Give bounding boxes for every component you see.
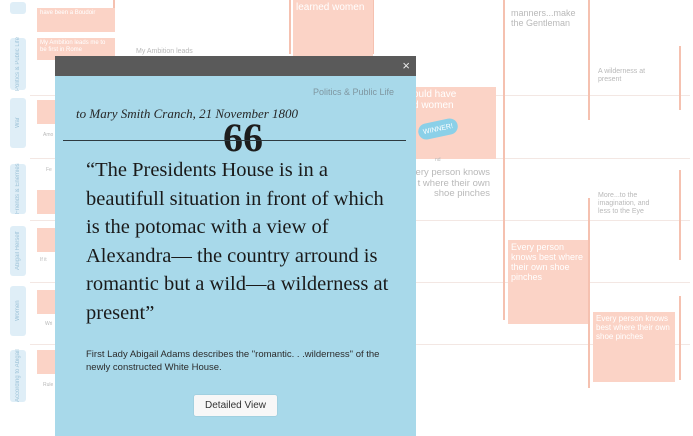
group-line (588, 0, 590, 120)
panel-header-bar: × (55, 56, 416, 76)
letter-citation: to Mary Smith Cranch, 21 November 1800 (76, 106, 299, 121)
side-label[interactable]: Abigail Herself (10, 226, 26, 276)
quote-card[interactable] (37, 350, 57, 374)
quote-card[interactable]: have been a Boudoir (37, 8, 115, 32)
quote-card[interactable] (37, 290, 57, 314)
group-line (289, 0, 291, 54)
side-label[interactable]: Politics & Public Life (10, 37, 26, 91)
quote-snippet[interactable]: More...to the imagination, and less to t… (598, 192, 649, 216)
quote-snippet[interactable]: Wri (45, 320, 52, 328)
quote-snippet[interactable]: manners...make the Gentleman (511, 8, 576, 28)
quote-snippet[interactable]: Rule (43, 381, 53, 389)
quote-card[interactable] (37, 228, 57, 252)
category-label: Politics & Public Life (312, 87, 394, 97)
quote-snippet[interactable]: My Ambition leads (136, 48, 193, 56)
group-line (588, 198, 590, 388)
side-label[interactable]: Women (10, 286, 26, 336)
quote-snippet[interactable]: ery person knows t where their own shoe … (410, 167, 490, 200)
close-icon[interactable]: × (402, 58, 410, 74)
quote-detail-panel: × Politics & Public Life to Mary Smith C… (55, 56, 416, 436)
group-line (679, 296, 681, 380)
quote-snippet[interactable]: nd (435, 156, 441, 164)
side-label[interactable]: Friends & Enemies (10, 164, 26, 215)
quote-card[interactable]: Every person knows best where their own … (593, 312, 675, 382)
quote-snippet[interactable]: A wilderness at present (598, 68, 645, 84)
quote-card[interactable]: learned women (293, 0, 373, 58)
quote-snippet[interactable]: Fe (46, 166, 52, 174)
quote-snippet[interactable]: If it (40, 256, 47, 264)
group-line (503, 0, 505, 320)
side-label[interactable]: According to Abigail (10, 350, 26, 403)
quote-mark-icon: 66 (223, 115, 263, 160)
group-line (679, 170, 681, 260)
quote-card[interactable] (37, 100, 57, 124)
detailed-view-button[interactable]: Detailed View (194, 395, 277, 416)
quote-card[interactable]: Every person knows best where their own … (508, 240, 588, 324)
side-label[interactable]: War (10, 98, 26, 148)
divider (63, 140, 406, 141)
group-line (679, 46, 681, 110)
quote-snippet[interactable]: Amo (43, 131, 53, 139)
side-strip (10, 2, 26, 14)
quote-description: First Lady Abigail Adams describes the "… (86, 349, 380, 373)
quote-text: “The Presidents House is in a beautifull… (86, 159, 389, 324)
quote-card[interactable] (37, 190, 57, 214)
